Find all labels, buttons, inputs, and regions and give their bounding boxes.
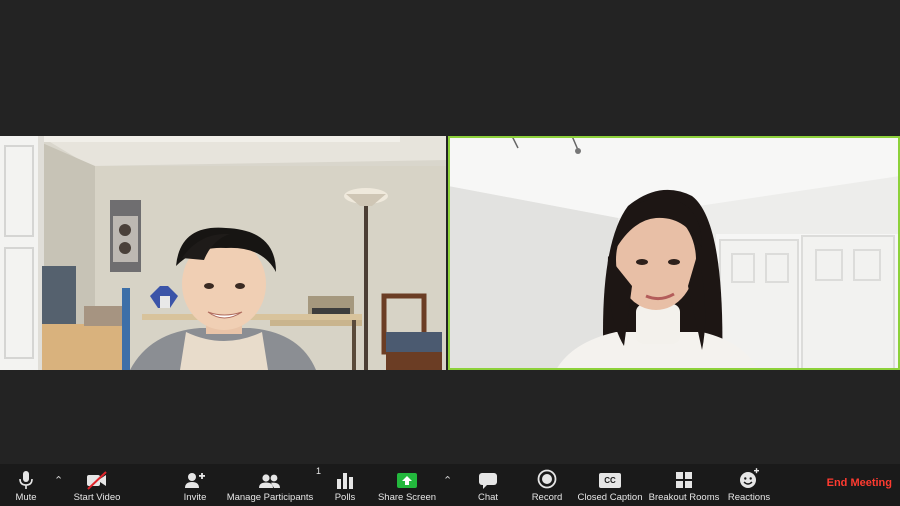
- active-speaker-video-tile[interactable]: [448, 136, 900, 370]
- polls-label: Polls: [334, 492, 356, 503]
- share-screen-icon: [396, 464, 418, 490]
- reactions-button[interactable]: Reactions: [726, 464, 772, 506]
- audio-options-chevron-icon[interactable]: ⌃: [54, 474, 63, 487]
- polls-button[interactable]: Polls: [330, 464, 360, 506]
- chat-button[interactable]: Chat: [474, 464, 502, 506]
- add-person-icon: [184, 464, 206, 490]
- start-video-label: Start Video: [73, 492, 121, 503]
- closed-caption-button[interactable]: CC Closed Caption: [576, 464, 644, 506]
- share-screen-label: Share Screen: [377, 492, 437, 503]
- participant-video-feed: [448, 136, 900, 370]
- invite-label: Invite: [183, 492, 207, 503]
- closed-caption-label: Closed Caption: [577, 492, 643, 503]
- chat-label: Chat: [477, 492, 499, 503]
- mute-label: Mute: [15, 492, 37, 503]
- record-label: Record: [531, 492, 563, 503]
- record-button[interactable]: Record: [530, 464, 564, 506]
- invite-button[interactable]: Invite: [178, 464, 212, 506]
- manage-participants-label: Manage Participants: [226, 492, 314, 503]
- end-meeting-button[interactable]: End Meeting: [827, 477, 892, 489]
- participant-video-tile[interactable]: [0, 136, 446, 370]
- meeting-toolbar: Mute ⌃ Start Video Invite 1 Manage Parti…: [0, 464, 900, 506]
- participant-video-feed: [0, 136, 446, 370]
- polls-icon: [336, 464, 354, 490]
- meeting-gallery: [0, 0, 900, 464]
- manage-participants-button[interactable]: 1 Manage Participants: [224, 464, 321, 506]
- reactions-icon: [738, 464, 760, 490]
- cc-icon-text: CC: [599, 473, 621, 488]
- breakout-rooms-button[interactable]: Breakout Rooms: [648, 464, 720, 506]
- chat-icon: [478, 464, 498, 490]
- breakout-rooms-icon: [675, 464, 693, 490]
- start-video-button[interactable]: Start Video: [68, 464, 126, 506]
- record-icon: [536, 464, 558, 490]
- breakout-rooms-label: Breakout Rooms: [648, 492, 720, 503]
- video-off-icon: [85, 464, 109, 490]
- mute-button[interactable]: Mute: [8, 464, 44, 506]
- reactions-label: Reactions: [727, 492, 771, 503]
- microphone-icon: [18, 464, 34, 490]
- cc-icon: CC: [599, 464, 621, 490]
- participants-icon: 1: [258, 464, 321, 490]
- participant-count-badge: 1: [316, 466, 322, 476]
- share-screen-button[interactable]: Share Screen: [376, 464, 438, 506]
- share-options-chevron-icon[interactable]: ⌃: [443, 474, 452, 487]
